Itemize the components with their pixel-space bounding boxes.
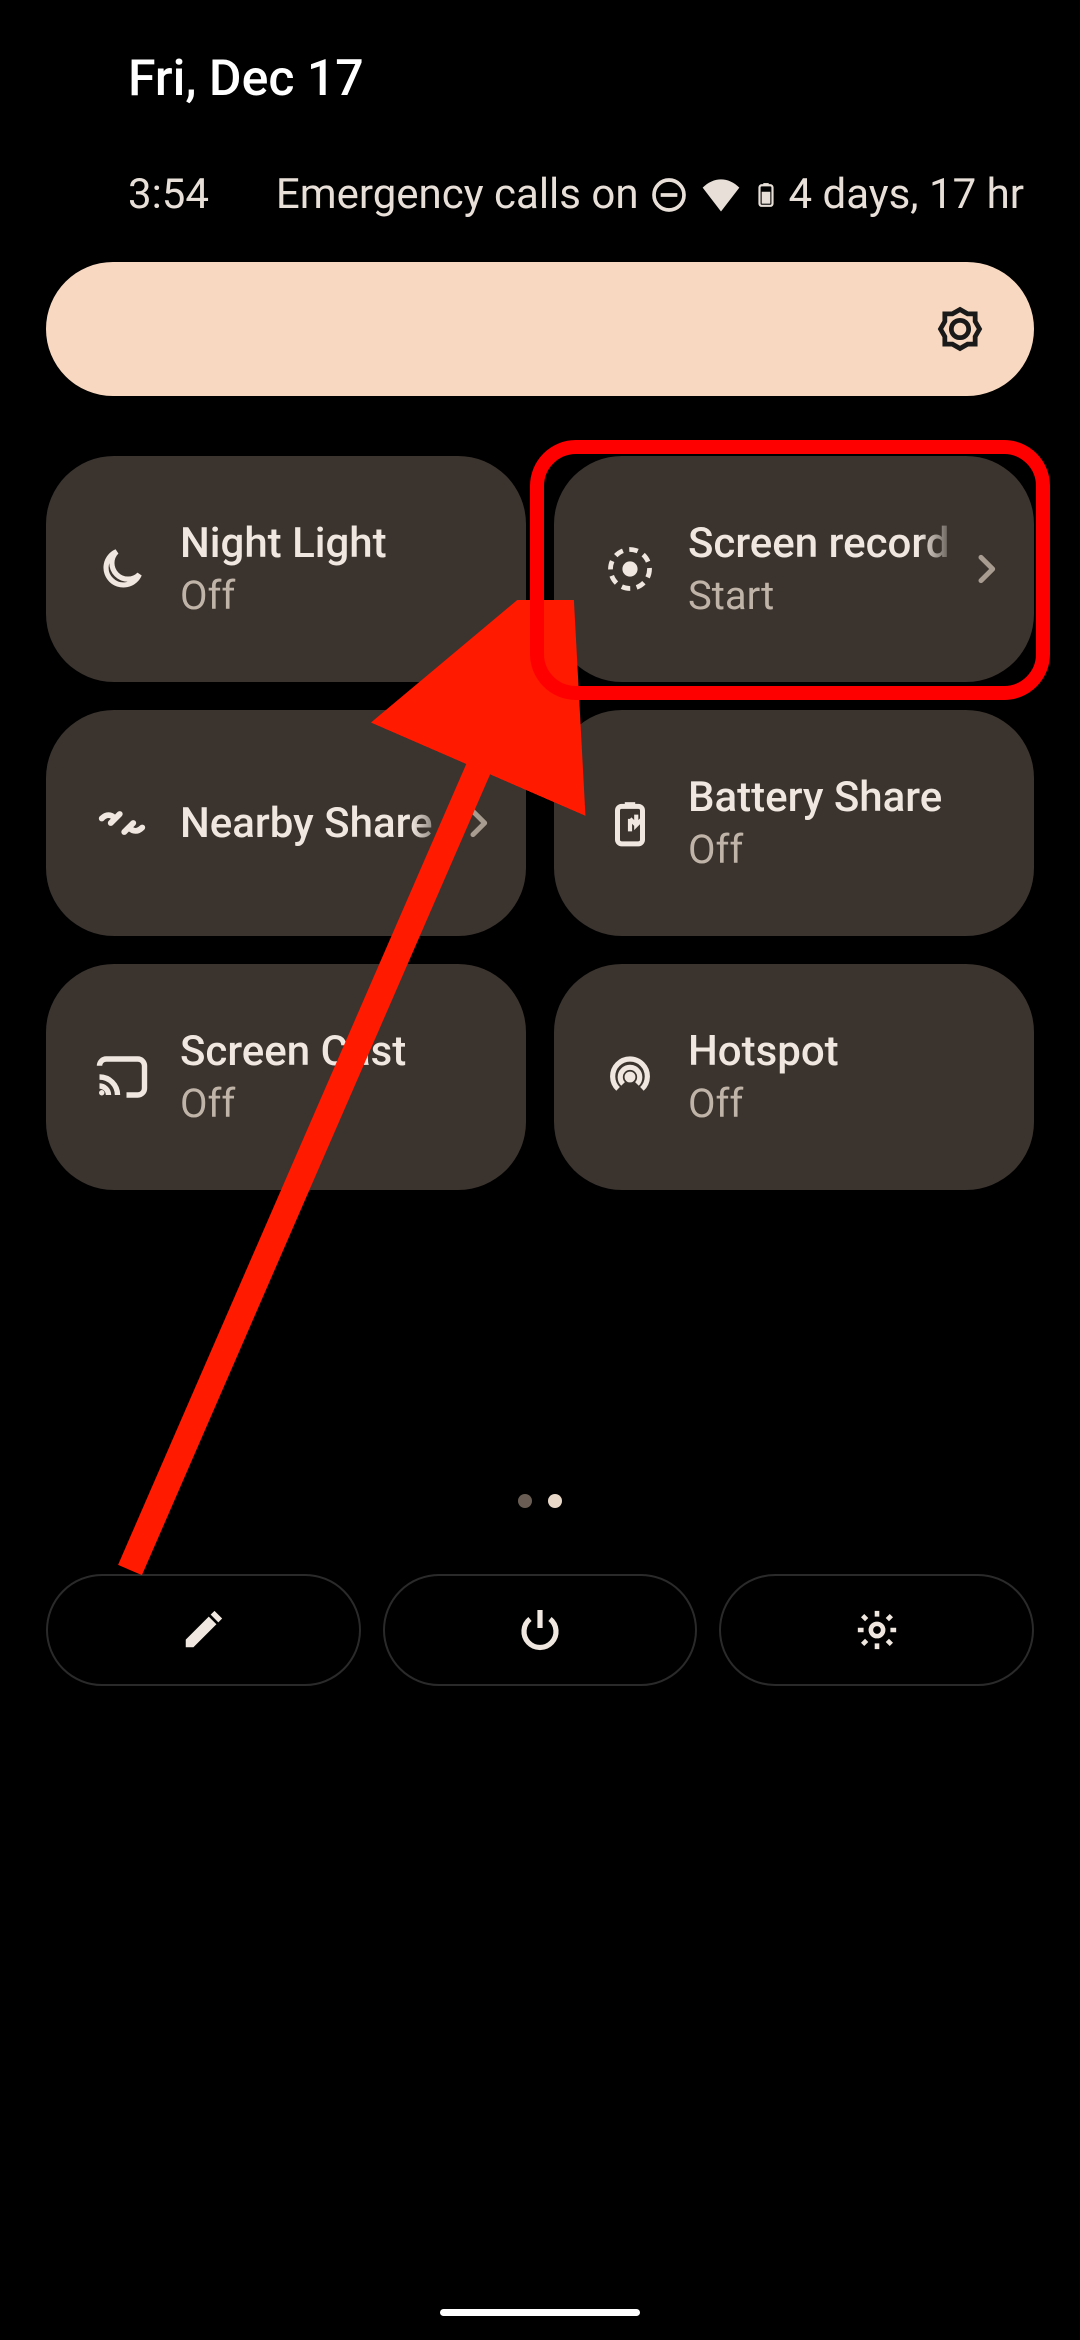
brightness-icon — [934, 303, 986, 355]
power-button[interactable] — [383, 1574, 698, 1686]
tile-sub: Off — [688, 826, 1006, 873]
moon-icon — [92, 539, 152, 599]
quick-tiles-grid: Night Light Off Screen record Start — [46, 456, 1034, 1190]
tile-sub: Off — [688, 1080, 1006, 1127]
tile-label: Nearby Share — [180, 799, 452, 848]
tile-label: Battery Share — [688, 773, 1006, 822]
battery-share-icon — [600, 793, 660, 853]
page-dot — [518, 1494, 532, 1508]
chevron-right-icon — [966, 549, 1006, 589]
tile-label: Screen Cast — [180, 1027, 498, 1076]
tile-label: Hotspot — [688, 1027, 1006, 1076]
record-icon — [600, 539, 660, 599]
tile-sub: Off — [180, 1080, 498, 1127]
clock: 3:54 — [128, 170, 209, 219]
date-label: Fri, Dec 17 — [128, 50, 364, 108]
power-icon — [516, 1606, 564, 1654]
status-bar: 3:54 Emergency calls on 4 days, 17 hr — [0, 170, 1080, 219]
tile-sub: Start — [688, 572, 960, 619]
pencil-icon — [180, 1607, 226, 1653]
tile-label: Night Light — [180, 519, 498, 568]
bottom-actions — [46, 1574, 1034, 1686]
page-dot-active — [548, 1494, 562, 1508]
tile-label: Screen record — [688, 519, 960, 568]
tile-screen-cast[interactable]: Screen Cast Off — [46, 964, 526, 1190]
cast-icon — [92, 1047, 152, 1107]
tile-sub: Off — [180, 572, 498, 619]
hotspot-icon — [600, 1047, 660, 1107]
nav-handle[interactable] — [440, 2309, 640, 2316]
edit-tiles-button[interactable] — [46, 1574, 361, 1686]
tile-night-light[interactable]: Night Light Off — [46, 456, 526, 682]
brightness-slider[interactable] — [46, 262, 1034, 396]
dnd-circle-icon — [649, 175, 689, 215]
chevron-right-icon — [458, 803, 498, 843]
tile-screen-record[interactable]: Screen record Start — [554, 456, 1034, 682]
wifi-icon — [699, 173, 743, 217]
tile-hotspot[interactable]: Hotspot Off — [554, 964, 1034, 1190]
settings-button[interactable] — [719, 1574, 1034, 1686]
nearby-share-icon — [92, 793, 152, 853]
emergency-text: Emergency calls on — [276, 170, 689, 219]
battery-icon — [753, 173, 779, 217]
pagination-dots — [518, 1494, 562, 1508]
tile-battery-share[interactable]: Battery Share Off — [554, 710, 1034, 936]
battery-estimate: 4 days, 17 hr — [789, 170, 1024, 219]
status-right-cluster: Emergency calls on 4 days, 17 hr — [276, 170, 1024, 219]
tile-nearby-share[interactable]: Nearby Share — [46, 710, 526, 936]
gear-icon — [854, 1607, 900, 1653]
